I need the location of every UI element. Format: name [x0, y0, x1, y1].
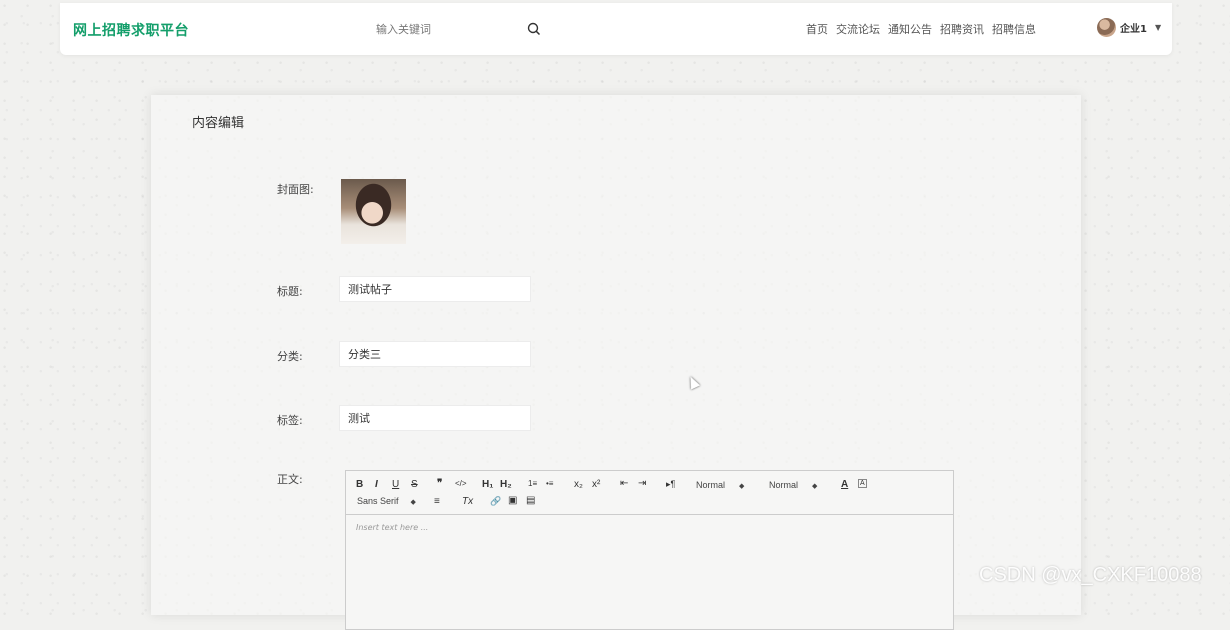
cover-label: 封面图: [277, 183, 314, 196]
link-icon[interactable]: 🔗 [490, 496, 501, 507]
watermark-text: CSDN @vx_CXKF10088 [979, 564, 1202, 586]
search-bar [366, 15, 546, 43]
content-label: 正文: [277, 473, 303, 486]
header-select-value: Normal [769, 480, 799, 490]
blockquote-button[interactable]: ❞ [437, 478, 442, 489]
editor-placeholder: Insert text here ... [356, 523, 429, 532]
nav-notices[interactable]: 通知公告 [888, 21, 932, 37]
header-select[interactable]: Normal ◆ [769, 480, 817, 490]
editor-toolbar: B I U S ❞ </> H₁ H₂ 1≡ •≡ x₂ x² ⇤ ⇥ ▸¶ N… [346, 471, 953, 515]
ordered-list-button[interactable]: 1≡ [528, 479, 537, 488]
user-menu[interactable]: 企业1 ▼ [1097, 18, 1161, 37]
brand-logo-text[interactable]: 网上招聘求职平台 [73, 20, 189, 40]
h2-button[interactable]: H₂ [500, 479, 512, 490]
size-select-value: Normal [696, 480, 726, 490]
video-icon[interactable]: ▤ [526, 495, 535, 506]
font-select[interactable]: Sans Serif ◆ [357, 496, 416, 506]
nav-recruit-info[interactable]: 招聘信息 [992, 21, 1036, 37]
search-icon[interactable] [526, 21, 542, 37]
italic-button[interactable]: I [375, 479, 378, 490]
avatar [1097, 18, 1116, 37]
category-field[interactable]: 分类三 [339, 341, 531, 367]
user-name: 企业1 [1120, 24, 1147, 35]
bullet-list-button[interactable]: •≡ [546, 479, 553, 488]
cover-image[interactable] [341, 179, 406, 244]
nav-recruit-news[interactable]: 招聘资讯 [940, 21, 984, 37]
h1-button[interactable]: H₁ [482, 479, 493, 490]
image-icon[interactable]: ▣ [508, 495, 517, 506]
bold-button[interactable]: B [356, 479, 363, 490]
background-color-button[interactable]: A [858, 479, 867, 488]
nav-home[interactable]: 首页 [806, 21, 828, 37]
page-title: 内容编辑 [192, 116, 245, 131]
text-color-button[interactable]: A [841, 479, 848, 490]
text-direction-button[interactable]: ▸¶ [666, 479, 675, 490]
nav-forum[interactable]: 交流论坛 [836, 21, 880, 37]
category-label: 分类: [277, 350, 303, 363]
editor-content-area[interactable]: Insert text here ... [346, 515, 953, 540]
select-arrows-icon: ◆ [812, 483, 818, 490]
content-edit-card: 内容编辑 封面图: 标题: 测试帖子 分类: 分类三 标签: 测试 正文: B … [151, 95, 1081, 630]
title-field[interactable]: 测试帖子 [339, 276, 531, 302]
top-navbar: 网上招聘求职平台 首页 交流论坛 通知公告 招聘资讯 招聘信息 企业1 ▼ [60, 3, 1172, 55]
tag-label: 标签: [277, 414, 303, 427]
rich-text-editor: B I U S ❞ </> H₁ H₂ 1≡ •≡ x₂ x² ⇤ ⇥ ▸¶ N… [345, 470, 954, 630]
title-label: 标题: [277, 285, 303, 298]
align-button[interactable]: ≡ [434, 496, 440, 507]
chevron-down-icon: ▼ [1154, 23, 1162, 32]
superscript-button[interactable]: x² [592, 479, 600, 490]
select-arrows-icon: ◆ [410, 499, 416, 506]
clean-format-button[interactable]: Tx [462, 496, 473, 507]
font-select-value: Sans Serif [357, 496, 399, 506]
select-arrows-icon: ◆ [739, 483, 745, 490]
strike-button[interactable]: S [411, 479, 418, 490]
main-nav: 首页 交流论坛 通知公告 招聘资讯 招聘信息 [806, 21, 1036, 37]
underline-button[interactable]: U [392, 479, 399, 490]
code-button[interactable]: </> [455, 479, 467, 488]
size-select[interactable]: Normal ◆ [696, 480, 744, 490]
indent-button[interactable]: ⇥ [638, 478, 646, 489]
outdent-button[interactable]: ⇤ [620, 478, 628, 489]
search-input[interactable] [366, 15, 526, 43]
tag-field[interactable]: 测试 [339, 405, 531, 431]
subscript-button[interactable]: x₂ [574, 479, 583, 490]
